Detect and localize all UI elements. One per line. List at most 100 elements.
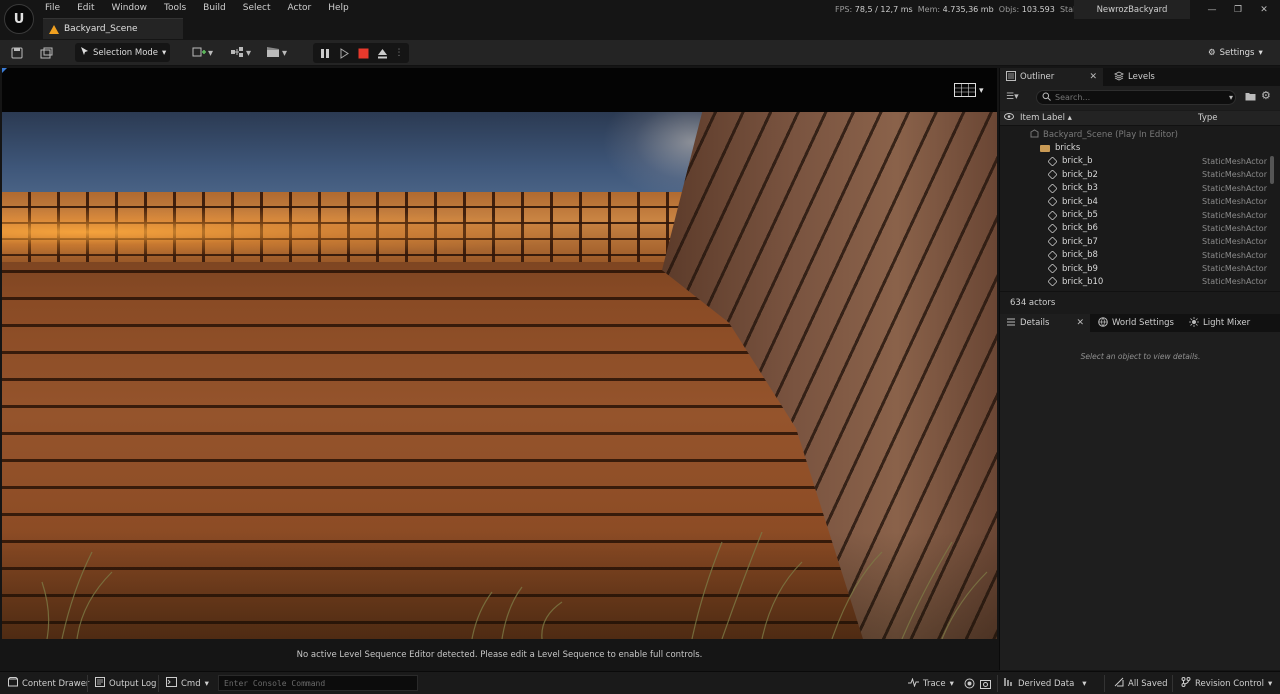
list-item[interactable]: brick_b10 StaticMeshActor bbox=[1000, 275, 1270, 288]
revision-control-dropdown[interactable]: Revision Control ▾ bbox=[1181, 676, 1272, 691]
menu-file[interactable]: File bbox=[45, 2, 69, 14]
item-label: brick_b2 bbox=[1062, 169, 1098, 180]
console-command-field[interactable] bbox=[218, 675, 418, 691]
minimize-button[interactable]: — bbox=[1206, 5, 1218, 15]
visibility-eye-icon[interactable] bbox=[1004, 113, 1014, 123]
item-label: brick_b3 bbox=[1062, 183, 1098, 194]
chevron-down-icon: ▾ bbox=[246, 47, 252, 59]
gear-icon[interactable]: ⚙ bbox=[1261, 89, 1271, 102]
static-mesh-icon bbox=[1047, 250, 1058, 261]
sunlight-patch bbox=[2, 202, 702, 262]
column-item-label[interactable]: Item Label ▴ bbox=[1020, 113, 1072, 123]
content-drawer-button[interactable]: Content Drawer bbox=[8, 676, 89, 691]
search-input[interactable] bbox=[1055, 93, 1225, 102]
divider bbox=[1104, 675, 1105, 692]
divider bbox=[997, 675, 998, 692]
add-folder-icon[interactable] bbox=[1245, 91, 1256, 104]
static-mesh-icon bbox=[1047, 156, 1058, 167]
filter-icon: ☰ bbox=[1006, 92, 1015, 102]
more-options-icon[interactable]: ⋮ bbox=[395, 46, 404, 60]
tree-folder[interactable]: bricks bbox=[1000, 141, 1270, 154]
list-item[interactable]: brick_b7 StaticMeshActor bbox=[1000, 235, 1270, 248]
menu-build[interactable]: Build bbox=[203, 2, 235, 14]
details-empty-message: Select an object to view details. bbox=[1080, 352, 1201, 361]
settings-button[interactable]: ⚙ Settings ▾ bbox=[1208, 44, 1263, 62]
output-log-label: Output Log bbox=[109, 678, 157, 689]
static-mesh-icon bbox=[1047, 169, 1058, 180]
console-input[interactable] bbox=[224, 678, 414, 688]
menu-actor[interactable]: Actor bbox=[288, 2, 321, 14]
chevron-down-icon[interactable]: ▾ bbox=[1229, 93, 1233, 102]
derived-data-dropdown[interactable]: Derived Data ▾ bbox=[1004, 676, 1087, 691]
tab-light-mixer[interactable]: Light Mixer bbox=[1183, 314, 1256, 332]
close-icon[interactable]: ✕ bbox=[1076, 318, 1084, 328]
light-icon bbox=[1189, 316, 1199, 330]
trace-dropdown[interactable]: Trace ▾ bbox=[908, 676, 954, 691]
outliner-scrollbar[interactable] bbox=[1270, 156, 1274, 184]
chevron-down-icon: ▾ bbox=[1267, 678, 1273, 689]
list-item[interactable]: brick_b5 StaticMeshActor bbox=[1000, 208, 1270, 221]
cursor-icon bbox=[80, 46, 89, 59]
eject-icon[interactable] bbox=[375, 46, 389, 60]
tab-details[interactable]: Details ✕ bbox=[1000, 314, 1090, 332]
pause-icon[interactable] bbox=[318, 46, 332, 60]
list-item[interactable]: brick_b9 StaticMeshActor bbox=[1000, 262, 1270, 275]
level-viewport[interactable]: ▾ bbox=[2, 68, 997, 639]
menu-window[interactable]: Window bbox=[112, 2, 157, 14]
tab-levels[interactable]: Levels bbox=[1108, 68, 1161, 86]
cmd-dropdown[interactable]: Cmd ▾ bbox=[166, 676, 209, 691]
blueprint-icon bbox=[230, 46, 244, 61]
play-controls: ⋮ bbox=[313, 43, 409, 63]
stop-icon[interactable] bbox=[356, 46, 370, 60]
cinematics-dropdown[interactable]: ▾ bbox=[266, 44, 287, 62]
all-saved-button[interactable]: All Saved bbox=[1114, 676, 1168, 691]
close-icon[interactable]: ✕ bbox=[1089, 72, 1097, 82]
save-icon[interactable] bbox=[8, 44, 26, 62]
blueprint-dropdown[interactable]: ▾ bbox=[230, 44, 251, 62]
output-log-button[interactable]: Output Log bbox=[95, 676, 156, 691]
list-item[interactable]: brick_b3 StaticMeshActor bbox=[1000, 182, 1270, 195]
trace-label: Trace bbox=[923, 678, 946, 689]
step-icon[interactable] bbox=[338, 46, 352, 60]
ms-value: / 12,7 ms bbox=[875, 5, 913, 14]
divider bbox=[158, 675, 159, 692]
filter-button[interactable]: ☰▾ bbox=[1006, 92, 1019, 102]
item-type: StaticMeshActor bbox=[1202, 264, 1267, 274]
derived-data-icon bbox=[1004, 677, 1014, 690]
world-icon bbox=[1030, 129, 1039, 141]
record-icon[interactable] bbox=[964, 676, 975, 691]
all-saved-label: All Saved bbox=[1128, 678, 1168, 689]
menu-help[interactable]: Help bbox=[328, 2, 358, 14]
screenshot-icon[interactable] bbox=[980, 676, 991, 691]
static-mesh-icon bbox=[1047, 276, 1058, 288]
tab-outliner[interactable]: Outliner ✕ bbox=[1000, 68, 1103, 86]
column-type[interactable]: Type bbox=[1198, 113, 1218, 123]
tab-outliner-label: Outliner bbox=[1020, 72, 1055, 82]
maximize-button[interactable]: ❐ bbox=[1232, 5, 1244, 15]
list-item[interactable]: brick_b2 StaticMeshActor bbox=[1000, 168, 1270, 181]
outliner-search[interactable]: ▾ bbox=[1036, 90, 1236, 105]
item-type: StaticMeshActor bbox=[1202, 237, 1267, 247]
list-item[interactable]: brick_b8 StaticMeshActor bbox=[1000, 249, 1270, 262]
item-type: StaticMeshActor bbox=[1202, 210, 1267, 220]
tab-world-settings[interactable]: World Settings bbox=[1092, 314, 1180, 332]
close-button[interactable]: ✕ bbox=[1258, 5, 1270, 15]
add-actor-dropdown[interactable]: ▾ bbox=[192, 44, 213, 62]
item-type: StaticMeshActor bbox=[1202, 277, 1267, 287]
perf-stats: FPS: 78,5 / 12,7 ms Mem: 4.735,36 mb Obj… bbox=[835, 5, 1092, 14]
level-tab[interactable]: Backyard_Scene bbox=[43, 18, 183, 39]
menu-select[interactable]: Select bbox=[243, 2, 280, 14]
menu-edit[interactable]: Edit bbox=[77, 2, 103, 14]
selection-mode-dropdown[interactable]: Selection Mode ▾ bbox=[75, 43, 170, 62]
list-item[interactable]: brick_b6 StaticMeshActor bbox=[1000, 222, 1270, 235]
list-item[interactable]: brick_b StaticMeshActor bbox=[1000, 155, 1270, 168]
unreal-logo-icon[interactable]: U bbox=[4, 4, 34, 34]
divider bbox=[87, 675, 88, 692]
title-bar: U File Edit Window Tools Build Select Ac… bbox=[0, 0, 1280, 40]
tree-root[interactable]: Backyard_Scene (Play In Editor) bbox=[1000, 128, 1270, 141]
menu-tools[interactable]: Tools bbox=[164, 2, 195, 14]
item-label: brick_b10 bbox=[1062, 276, 1104, 287]
viewport-layout-button[interactable]: ▾ bbox=[954, 82, 990, 99]
content-browser-icon[interactable] bbox=[37, 44, 55, 62]
list-item[interactable]: brick_b4 StaticMeshActor bbox=[1000, 195, 1270, 208]
